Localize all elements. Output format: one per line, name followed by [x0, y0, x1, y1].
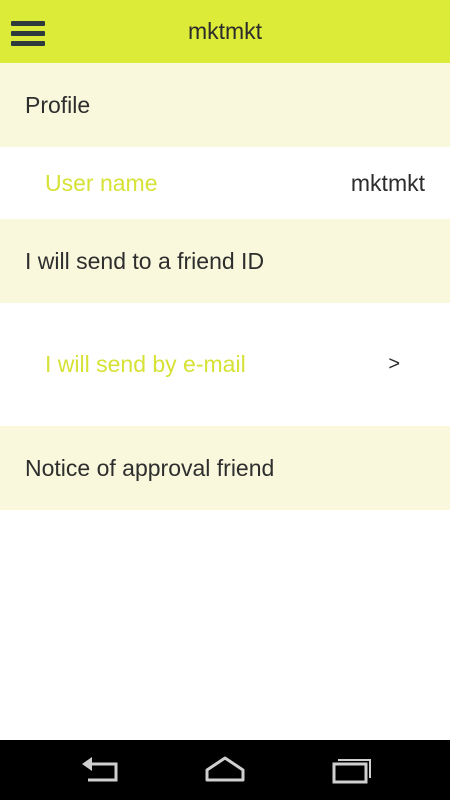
- section-title: Profile: [25, 91, 91, 118]
- system-nav-bar: [0, 740, 450, 800]
- section-header-profile: Profile: [0, 63, 450, 147]
- send-by-email-label: I will send by e-mail: [45, 351, 246, 377]
- screen: mktmkt Profile User name mktmkt I will s…: [0, 0, 450, 800]
- user-name-row[interactable]: User name mktmkt: [0, 147, 450, 219]
- recent-apps-icon[interactable]: [320, 750, 380, 790]
- user-name-value: mktmkt: [350, 169, 425, 196]
- chevron-right-icon: >: [388, 353, 400, 375]
- send-by-email-row[interactable]: I will send by e-mail >: [0, 303, 450, 426]
- user-name-label: User name: [45, 169, 158, 196]
- home-icon[interactable]: [195, 750, 255, 790]
- page-title: mktmkt: [187, 18, 263, 44]
- back-icon[interactable]: [70, 750, 130, 790]
- section-title: Notice of approval friend: [25, 454, 275, 481]
- section-header-approval[interactable]: Notice of approval friend: [0, 426, 450, 510]
- section-title: I will send to a friend ID: [25, 247, 265, 274]
- app-bar: mktmkt: [0, 0, 450, 63]
- section-header-friend-id: I will send to a friend ID: [0, 219, 450, 303]
